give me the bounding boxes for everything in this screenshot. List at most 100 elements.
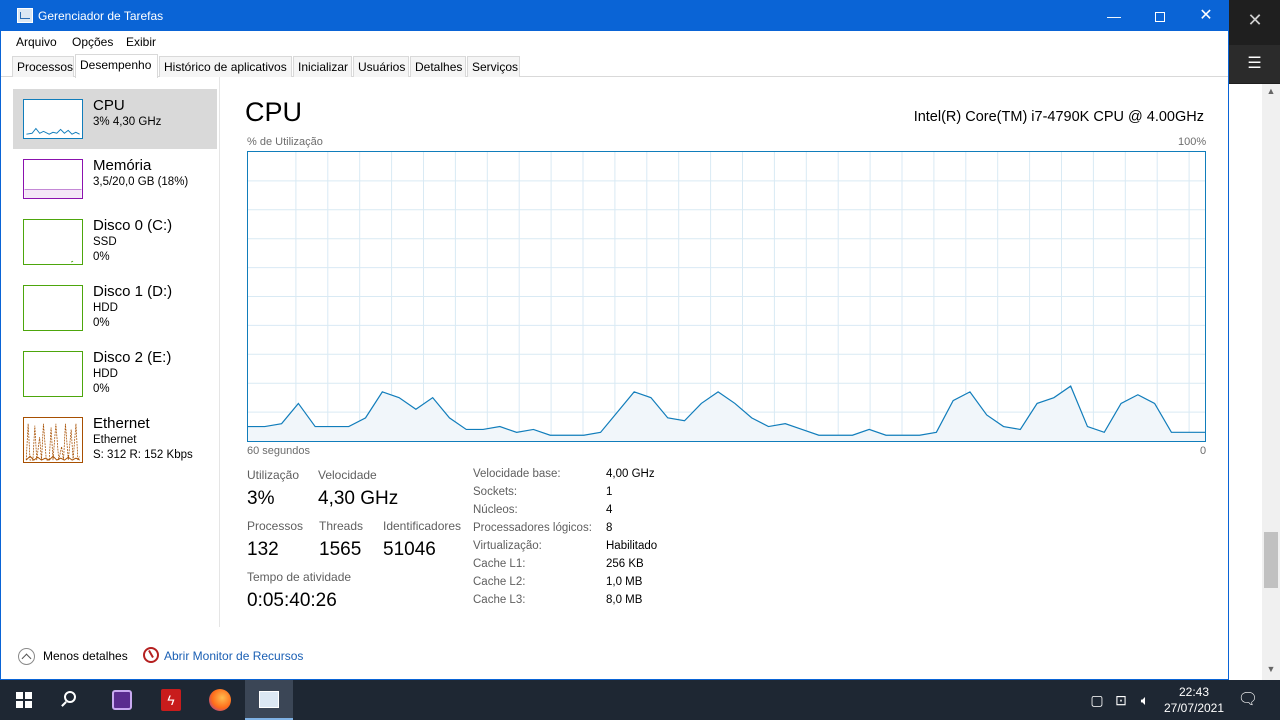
maximize-button[interactable] — [1137, 1, 1183, 31]
stat-label-velocidade: Velocidade — [318, 468, 377, 482]
minimize-button[interactable]: — — [1091, 1, 1137, 31]
footer-bar: Menos detalhes Abrir Monitor de Recursos — [1, 641, 1228, 671]
background-page: ▲ ▼ — [1229, 84, 1280, 680]
tab-historico[interactable]: Histórico de aplicativos — [159, 56, 292, 77]
tab-desempenho[interactable]: Desempenho — [75, 54, 158, 78]
lightning-app-icon: ϟ — [161, 689, 181, 711]
menu-bar: Arquivo Opções Exibir — [1, 31, 1228, 51]
taskbar-app-red[interactable]: ϟ — [147, 680, 195, 720]
taskbar-app-firefox[interactable] — [196, 680, 244, 720]
stat-label-identificadores: Identificadores — [383, 519, 462, 533]
sidebar-sub-ethernet-rate: S: 312 R: 152 Kbps — [93, 449, 193, 461]
sidebar-item-memoria[interactable]: Memória 3,5/20,0 GB (18%) — [13, 149, 217, 209]
graph-label-max: 100% — [1178, 136, 1207, 148]
stat-value-processos: 132 — [247, 539, 279, 560]
task-manager-taskbar-icon — [259, 691, 279, 708]
network-icon[interactable]: ⊡ — [1110, 680, 1132, 720]
clock-time: 22:43 — [1178, 685, 1210, 699]
spec-val-l1: 256 KB — [606, 558, 644, 570]
tray-notes-icon[interactable]: ▢ — [1088, 680, 1106, 720]
tab-detalhes[interactable]: Detalhes — [410, 56, 466, 77]
menu-exibir[interactable]: Exibir — [126, 35, 156, 49]
stat-label-threads: Threads — [319, 519, 364, 533]
sidebar-item-disco0[interactable]: Disco 0 (C:) SSD 0% — [13, 209, 217, 275]
ethernet-mini-graph — [23, 417, 83, 463]
search-button[interactable] — [48, 680, 96, 720]
spec-val-base-speed: 4,00 GHz — [606, 468, 655, 480]
tab-strip: Processos Desempenho Histórico de aplica… — [1, 54, 1228, 78]
volume-icon[interactable]: 🔈︎ — [1134, 680, 1156, 720]
close-button[interactable]: ✕ — [1183, 1, 1229, 31]
less-details-button[interactable]: Menos detalhes — [43, 649, 128, 663]
spec-val-logical: 8 — [606, 522, 613, 534]
spec-key-cores: Núcleos: — [473, 504, 518, 516]
title-bar[interactable]: Gerenciador de Tarefas — ✕ — [1, 1, 1228, 31]
stat-label-processos: Processos — [247, 519, 304, 533]
disk2-mini-graph — [23, 351, 83, 397]
windows-logo-icon — [16, 692, 32, 708]
background-menu-icon[interactable]: ☰ — [1229, 45, 1280, 83]
spec-key-logical: Processadores lógicos: — [473, 522, 592, 534]
stat-value-velocidade: 4,30 GHz — [318, 488, 399, 509]
sidebar-title-disco2: Disco 2 (E:) — [93, 349, 172, 366]
sidebar-item-disco1[interactable]: Disco 1 (D:) HDD 0% — [13, 275, 217, 341]
sidebar-sub-disco0-type: SSD — [93, 236, 117, 248]
scroll-down-icon[interactable]: ▼ — [1262, 664, 1280, 678]
action-center-icon[interactable]: 🗨︎ — [1232, 680, 1264, 720]
taskbar-app-taskmanager[interactable] — [245, 680, 293, 720]
task-manager-window: Gerenciador de Tarefas — ✕ Arquivo Opçõe… — [0, 0, 1229, 680]
taskbar: ϟ ▢ ⊡ 🔈︎ 22:43 27/07/2021 🗨︎ — [0, 680, 1280, 720]
scroll-up-icon[interactable]: ▲ — [1262, 86, 1280, 100]
system-clock[interactable]: 22:43 27/07/2021 — [1160, 684, 1228, 716]
spec-val-cores: 4 — [606, 504, 613, 516]
sidebar-title-disco0: Disco 0 (C:) — [93, 217, 173, 234]
background-window: ✕ ☰ ▲ ▼ — [1229, 0, 1280, 680]
sidebar-sub-ethernet-name: Ethernet — [93, 434, 137, 446]
stat-value-tempo: 0:05:40:26 — [247, 590, 337, 611]
spec-val-l2: 1,0 MB — [606, 576, 643, 588]
firefox-icon — [209, 689, 231, 711]
sidebar-sub-cpu: 3% 4,30 GHz — [93, 116, 162, 128]
window-title: Gerenciador de Tarefas — [38, 9, 164, 23]
spec-val-sockets: 1 — [606, 486, 613, 498]
tab-inicializar[interactable]: Inicializar — [293, 56, 352, 77]
spec-key-virtualization: Virtualização: — [473, 540, 542, 552]
background-scrollbar[interactable]: ▲ ▼ — [1262, 84, 1280, 680]
sidebar-title-ethernet: Ethernet — [93, 415, 150, 432]
stat-value-identificadores: 51046 — [383, 539, 436, 560]
page-title: CPU — [245, 97, 303, 127]
spec-key-base-speed: Velocidade base: — [473, 468, 561, 480]
task-manager-icon — [17, 8, 33, 23]
sidebar-item-cpu[interactable]: CPU 3% 4,30 GHz — [13, 89, 217, 149]
background-close-icon[interactable]: ✕ — [1245, 10, 1265, 30]
tab-usuarios[interactable]: Usuários — [353, 56, 409, 77]
scroll-thumb[interactable] — [1264, 532, 1278, 588]
search-icon — [64, 691, 76, 703]
stat-value-threads: 1565 — [319, 539, 362, 560]
cpu-utilization-graph — [247, 151, 1206, 442]
menu-arquivo[interactable]: Arquivo — [16, 35, 57, 49]
graph-label-time: 60 segundos — [247, 445, 310, 457]
tab-servicos[interactable]: Serviços — [467, 56, 520, 77]
sidebar-item-ethernet[interactable]: Ethernet Ethernet S: 312 R: 152 Kbps — [13, 407, 217, 473]
spec-key-l3: Cache L3: — [473, 594, 526, 606]
start-button[interactable] — [0, 680, 48, 720]
stat-label-utilizacao: Utilização — [247, 468, 300, 482]
sidebar-item-disco2[interactable]: Disco 2 (E:) HDD 0% — [13, 341, 217, 407]
spec-key-l1: Cache L1: — [473, 558, 526, 570]
open-resource-monitor-link[interactable]: Abrir Monitor de Recursos — [164, 649, 303, 663]
resource-monitor-icon[interactable] — [143, 647, 159, 663]
sidebar-sub-disco0-pct: 0% — [93, 251, 110, 263]
clock-date: 27/07/2021 — [1163, 701, 1225, 715]
tab-processos[interactable]: Processos — [12, 56, 74, 77]
chevron-up-icon[interactable] — [18, 648, 35, 665]
menu-opcoes[interactable]: Opções — [72, 35, 113, 49]
sidebar-sub-disco1-type: HDD — [93, 302, 118, 314]
sidebar-sub-disco2-type: HDD — [93, 368, 118, 380]
disk0-mini-graph — [23, 219, 83, 265]
taskbar-app-cpu[interactable] — [98, 680, 146, 720]
spec-key-sockets: Sockets: — [473, 486, 518, 498]
sidebar-title-disco1: Disco 1 (D:) — [93, 283, 173, 300]
spec-val-virtualization: Habilitado — [606, 540, 658, 552]
graph-label-utilization: % de Utilização — [247, 136, 323, 148]
